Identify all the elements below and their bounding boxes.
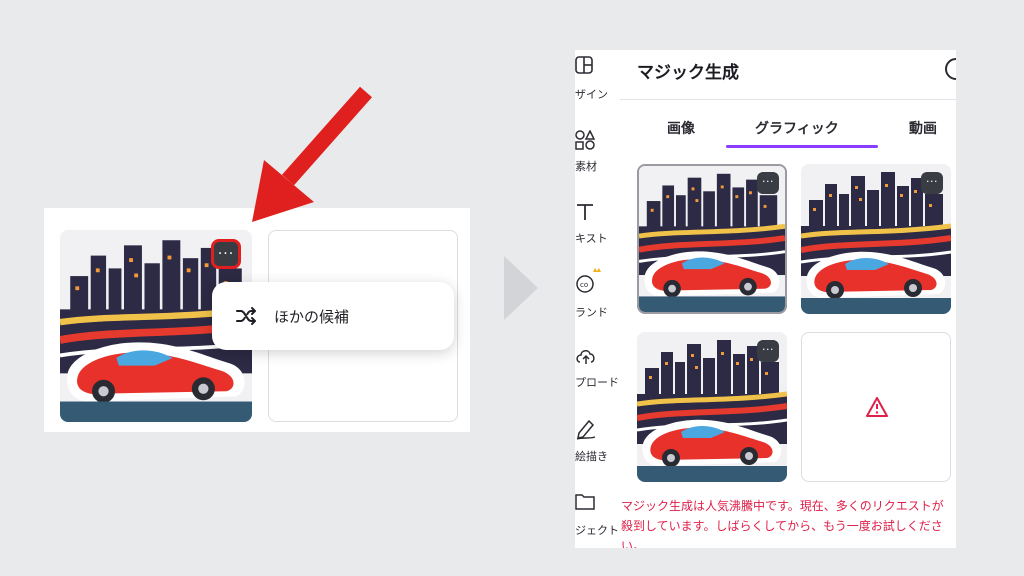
layout-icon: [575, 56, 593, 74]
red-arrow-icon: [252, 86, 372, 222]
chevron-right-icon: [504, 256, 538, 320]
more-options-menu: ほかの候補: [212, 282, 454, 350]
graphic-result-thumbnail[interactable]: ···: [801, 164, 951, 314]
rail-label: プロード: [575, 376, 619, 389]
svg-text:co: co: [580, 281, 588, 289]
divider: [620, 99, 956, 100]
rail-label: ザイン: [575, 88, 608, 101]
rail-label: 絵描き: [575, 450, 608, 463]
more-options-button[interactable]: ···: [757, 172, 779, 194]
brand-icon: co: [576, 268, 601, 293]
shuffle-icon: [236, 307, 256, 325]
rail-label: キスト: [575, 232, 608, 245]
cloud-upload-icon: [576, 350, 595, 364]
active-tab-indicator: [726, 145, 878, 148]
tab-video[interactable]: 動画: [909, 118, 937, 138]
pen-icon: [576, 419, 596, 440]
failed-result-slot: [801, 332, 951, 482]
tab-image[interactable]: 画像: [667, 118, 695, 138]
error-message: マジック生成は人気沸騰中です。現在、多くのリクエストが殺到しています。しばらくし…: [621, 499, 944, 548]
warning-icon: [866, 397, 888, 417]
crown-icon: [593, 268, 601, 272]
more-options-button[interactable]: ···: [921, 172, 943, 194]
graphic-result-thumbnail[interactable]: ···: [637, 164, 787, 314]
panel-title: マジック生成: [637, 63, 739, 83]
rail-label: ジェクト: [575, 524, 619, 537]
magic-generate-panel: ザイン 素材 キスト co ランド プロード 絵描き ジェクト マジック生成 画…: [575, 50, 956, 548]
text-icon: [577, 204, 593, 220]
menu-item-label: ほかの候補: [274, 308, 350, 326]
folder-icon: [575, 494, 595, 510]
rail-label: ランド: [575, 306, 608, 319]
more-options-button[interactable]: ···: [757, 340, 779, 362]
menu-item-other-candidates[interactable]: ほかの候補: [212, 282, 454, 350]
tab-graphic[interactable]: グラフィック: [755, 118, 839, 138]
shapes-icon: [575, 130, 595, 150]
graphic-result-thumbnail[interactable]: ···: [637, 332, 787, 482]
close-icon[interactable]: [945, 58, 956, 80]
rail-label: 素材: [575, 160, 597, 173]
more-options-button[interactable]: ···: [211, 239, 241, 269]
